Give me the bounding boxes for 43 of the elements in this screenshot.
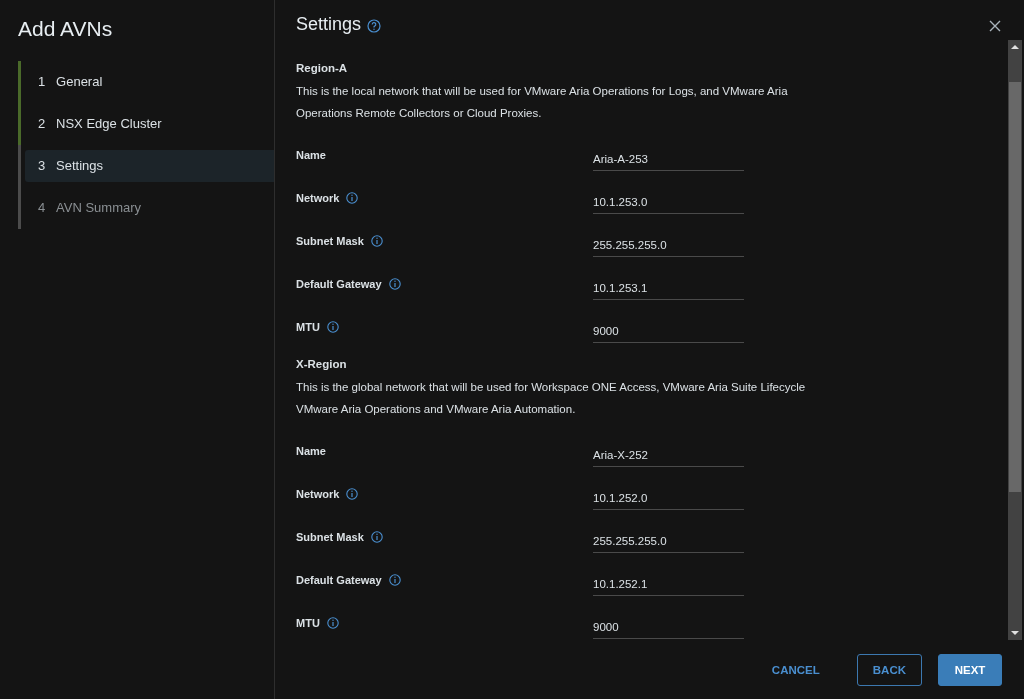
page-title: Settings xyxy=(296,14,362,35)
input-field[interactable]: 9000 xyxy=(593,325,744,343)
field-label: Name xyxy=(296,445,326,457)
input-field[interactable]: 9000 xyxy=(593,621,744,639)
input-field[interactable]: Aria-A-253 xyxy=(593,153,744,171)
section-description: This is the local network that will be used for VMware Aria Operations for Logs, and VMware Aria Operations Remote Collectors or Cloud Proxies. xyxy=(296,84,789,121)
input-field[interactable]: 255.255.255.0 xyxy=(593,535,744,553)
field-label: Default Gateway xyxy=(296,574,382,586)
field-label: Network xyxy=(296,488,340,500)
input-field[interactable]: 10.1.253.1 xyxy=(593,282,744,300)
field-label: MTU xyxy=(296,617,320,629)
step-item[interactable]: 2 NSX Edge Cluster xyxy=(25,108,274,140)
section-heading: Region-A xyxy=(296,61,349,76)
info-icon[interactable] xyxy=(370,531,383,543)
field-label: Subnet Mask xyxy=(296,531,364,543)
input-field[interactable]: 10.1.252.0 xyxy=(593,492,744,510)
info-icon[interactable] xyxy=(326,321,339,333)
step-item[interactable]: 3 Settings xyxy=(25,150,274,182)
section-heading: X-Region xyxy=(296,357,348,372)
info-icon[interactable] xyxy=(346,488,359,500)
input-field[interactable]: 255.255.255.0 xyxy=(593,239,744,257)
info-icon[interactable] xyxy=(388,574,401,586)
input-field[interactable]: Aria-X-252 xyxy=(593,449,744,467)
info-icon[interactable] xyxy=(346,192,359,204)
wizard-title: Add AVNs xyxy=(18,16,114,42)
footer-button[interactable]: BACK xyxy=(856,653,922,686)
step-item[interactable]: 1 General xyxy=(25,66,274,98)
field-label: Default Gateway xyxy=(296,278,382,290)
section-description: This is the global network that will be used for Workspace ONE Access, VMware Aria Suite Lifecycle VMware Aria Operations and VMware Aria Automation. xyxy=(296,380,807,417)
info-icon[interactable] xyxy=(370,235,383,247)
field-label: Network xyxy=(296,192,340,204)
scrollbar[interactable] xyxy=(1008,40,1022,640)
input-field[interactable]: 10.1.253.0 xyxy=(593,196,744,214)
footer-button[interactable]: NEXT xyxy=(938,653,1002,686)
close-icon[interactable] xyxy=(989,20,1001,32)
footer-button[interactable]: CANCEL xyxy=(756,653,835,686)
field-label: Subnet Mask xyxy=(296,235,364,247)
help-icon[interactable] xyxy=(367,19,382,33)
field-label: MTU xyxy=(296,321,320,333)
info-icon[interactable] xyxy=(326,617,339,629)
field-label: Name xyxy=(296,149,326,161)
input-field[interactable]: 10.1.252.1 xyxy=(593,578,744,596)
info-icon[interactable] xyxy=(388,278,401,290)
